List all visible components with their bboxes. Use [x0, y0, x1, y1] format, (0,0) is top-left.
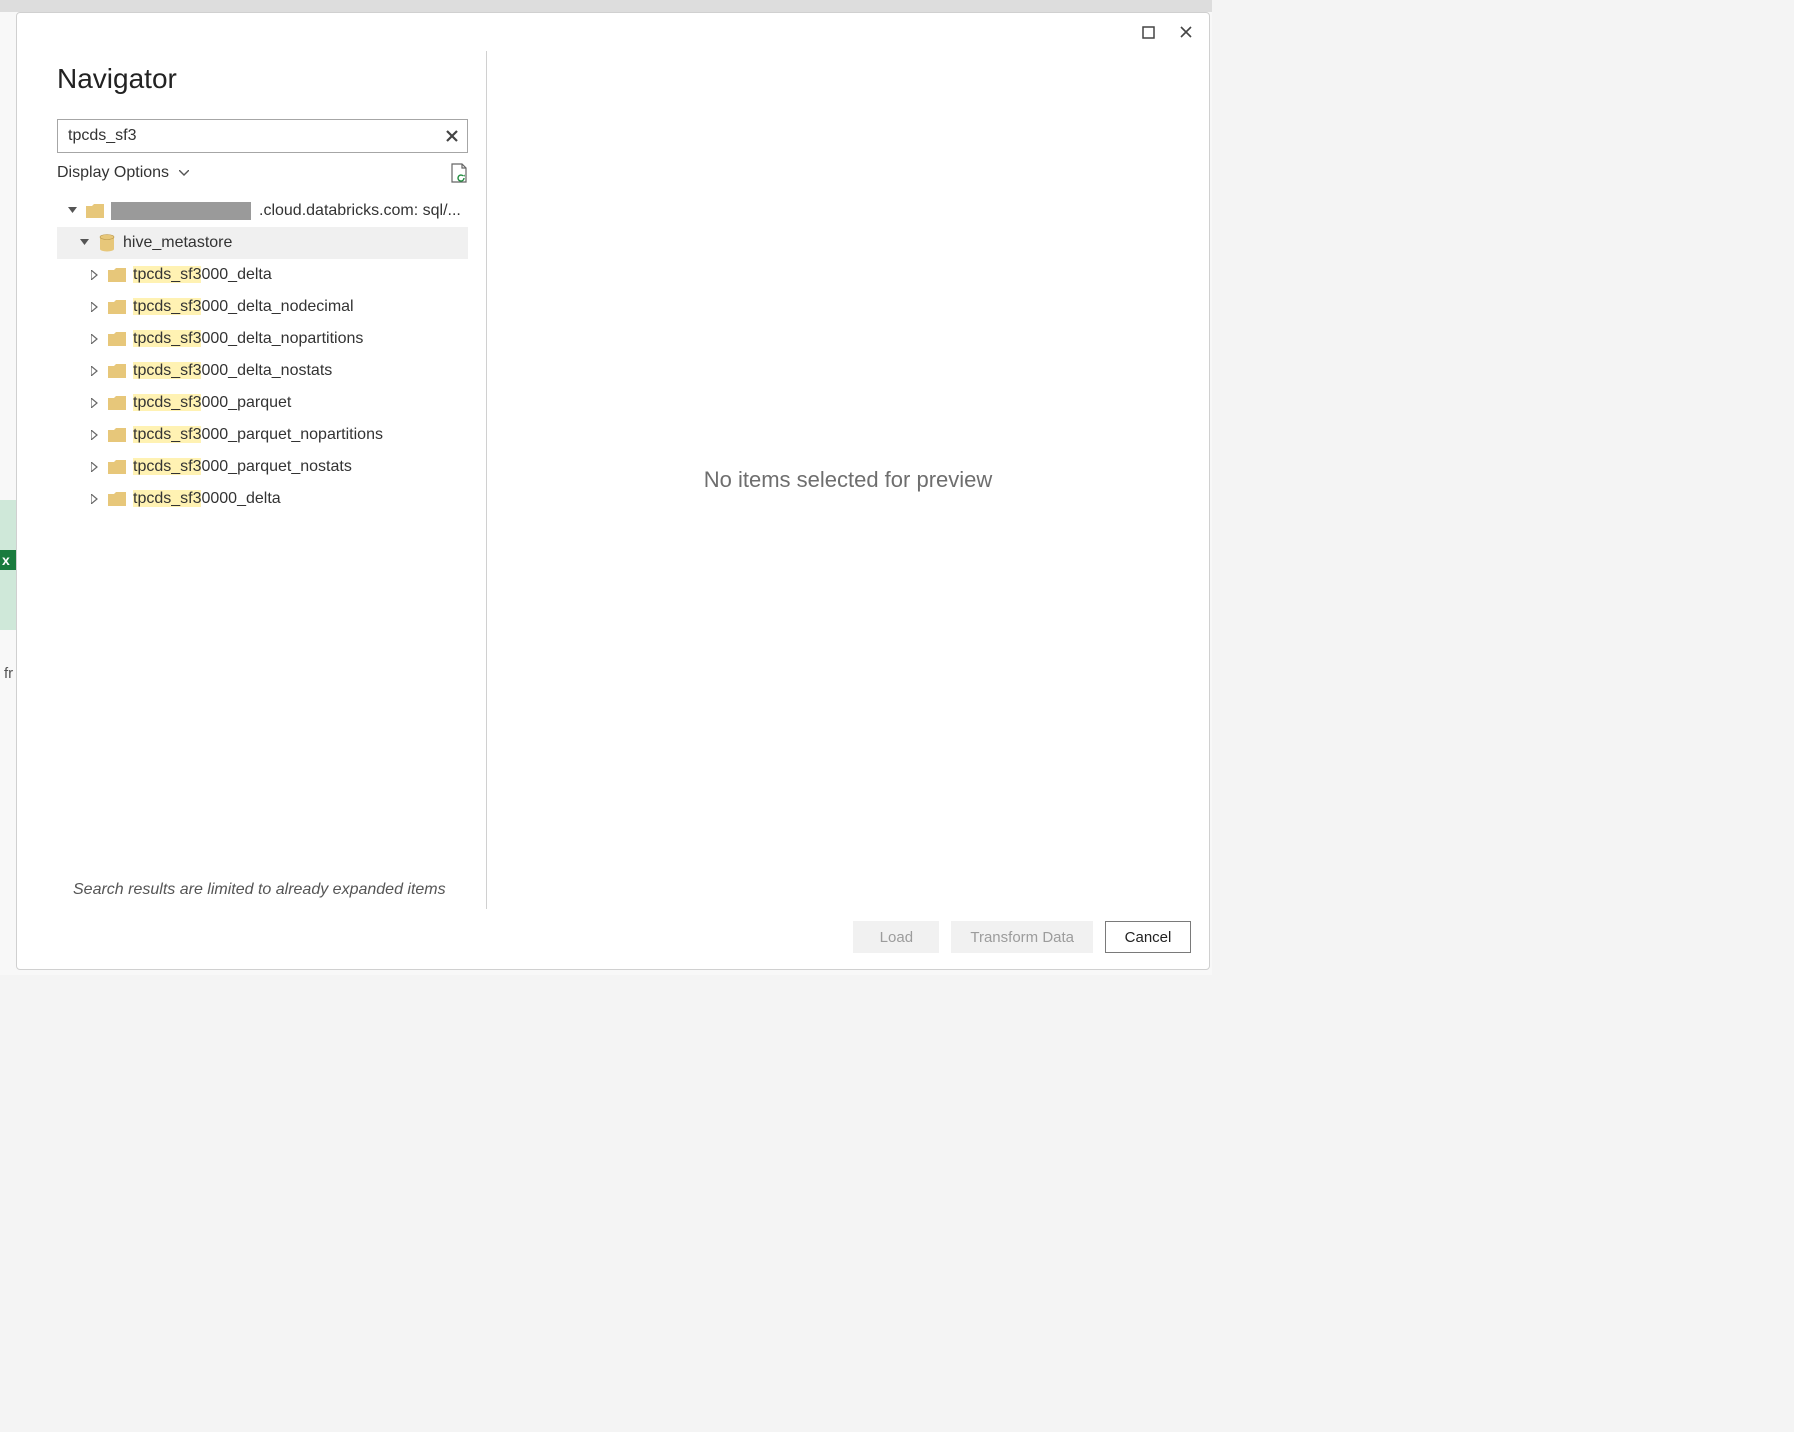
- tree-metastore[interactable]: hive_metastore: [57, 227, 468, 259]
- tree-view: .cloud.databricks.com: sql/... hive_meta…: [57, 195, 468, 867]
- left-pane: Navigator Display Options: [57, 51, 487, 909]
- expand-icon[interactable]: [87, 334, 101, 344]
- expand-icon[interactable]: [87, 430, 101, 440]
- clear-icon: [445, 129, 459, 143]
- tree-schema-item[interactable]: tpcds_sf3000_delta_nopartitions: [57, 323, 468, 355]
- refresh-file-icon: [450, 163, 468, 183]
- ribbon-background: [0, 0, 1212, 12]
- close-icon: [1179, 25, 1193, 39]
- tree-item-label: tpcds_sf30000_delta: [133, 490, 281, 508]
- close-dialog-button[interactable]: [1173, 19, 1199, 45]
- clear-search-button[interactable]: [445, 129, 459, 143]
- dialog-button-row: Load Transform Data Cancel: [17, 909, 1209, 969]
- expand-icon[interactable]: [87, 270, 101, 280]
- expand-icon[interactable]: [87, 302, 101, 312]
- tree-item-label: tpcds_sf3000_parquet: [133, 394, 291, 412]
- tree-root-label: .cloud.databricks.com: sql/...: [259, 202, 461, 220]
- tree-schema-item[interactable]: tpcds_sf30000_delta: [57, 483, 468, 515]
- display-options-label: Display Options: [57, 164, 169, 182]
- folder-icon: [107, 428, 127, 442]
- tree-schema-item[interactable]: tpcds_sf3000_delta: [57, 259, 468, 291]
- dialog-titlebar: [17, 13, 1209, 51]
- folder-icon: [107, 268, 127, 282]
- tree-root-connection[interactable]: .cloud.databricks.com: sql/...: [57, 195, 468, 227]
- preview-pane: No items selected for preview: [487, 51, 1209, 909]
- chevron-down-icon: [179, 170, 189, 176]
- tree-schema-item[interactable]: tpcds_sf3000_parquet: [57, 387, 468, 419]
- highlight-match: tpcds_sf3: [133, 330, 201, 347]
- tree-item-label: tpcds_sf3000_delta_nopartitions: [133, 330, 363, 348]
- tree-item-label: tpcds_sf3000_delta: [133, 266, 272, 284]
- expand-icon[interactable]: [87, 494, 101, 504]
- side-text: fr: [4, 665, 13, 682]
- search-input[interactable]: [66, 126, 445, 146]
- highlight-match: tpcds_sf3: [133, 490, 201, 507]
- cancel-button[interactable]: Cancel: [1105, 921, 1191, 953]
- folder-icon: [107, 396, 127, 410]
- folder-icon: [107, 492, 127, 506]
- preview-empty-message: No items selected for preview: [704, 467, 993, 493]
- load-button[interactable]: Load: [853, 921, 939, 953]
- expand-icon[interactable]: [87, 462, 101, 472]
- folder-icon: [107, 300, 127, 314]
- tree-item-label: tpcds_sf3000_delta_nostats: [133, 362, 332, 380]
- folder-icon: [107, 460, 127, 474]
- dialog-title: Navigator: [57, 63, 468, 95]
- tree-item-label: tpcds_sf3000_parquet_nostats: [133, 458, 352, 476]
- navigator-dialog: Navigator Display Options: [16, 12, 1210, 970]
- maximize-icon: [1142, 26, 1155, 39]
- folder-icon: [107, 364, 127, 378]
- search-box[interactable]: [57, 119, 468, 153]
- expand-icon[interactable]: [87, 398, 101, 408]
- folder-icon: [107, 332, 127, 346]
- transform-data-button[interactable]: Transform Data: [951, 921, 1093, 953]
- refresh-preview-button[interactable]: [450, 163, 468, 183]
- tree-item-label: tpcds_sf3000_parquet_nopartitions: [133, 426, 383, 444]
- tree-schema-item[interactable]: tpcds_sf3000_delta_nostats: [57, 355, 468, 387]
- search-limited-hint: Search results are limited to already ex…: [73, 881, 452, 899]
- tree-metastore-label: hive_metastore: [123, 234, 232, 252]
- database-icon: [97, 234, 117, 252]
- redacted-host: [111, 202, 251, 220]
- highlight-match: tpcds_sf3: [133, 426, 201, 443]
- tree-schema-item[interactable]: tpcds_sf3000_parquet_nopartitions: [57, 419, 468, 451]
- display-options-dropdown[interactable]: Display Options: [57, 164, 189, 182]
- highlight-match: tpcds_sf3: [133, 298, 201, 315]
- tree-schema-item[interactable]: tpcds_sf3000_delta_nodecimal: [57, 291, 468, 323]
- highlight-match: tpcds_sf3: [133, 266, 201, 283]
- folder-icon: [85, 204, 105, 218]
- highlight-match: tpcds_sf3: [133, 458, 201, 475]
- expand-icon[interactable]: [87, 366, 101, 376]
- collapse-icon[interactable]: [77, 239, 91, 248]
- highlight-match: tpcds_sf3: [133, 394, 201, 411]
- maximize-button[interactable]: [1135, 19, 1161, 45]
- highlight-match: tpcds_sf3: [133, 362, 201, 379]
- collapse-icon[interactable]: [65, 207, 79, 216]
- tree-item-label: tpcds_sf3000_delta_nodecimal: [133, 298, 354, 316]
- tree-schema-item[interactable]: tpcds_sf3000_parquet_nostats: [57, 451, 468, 483]
